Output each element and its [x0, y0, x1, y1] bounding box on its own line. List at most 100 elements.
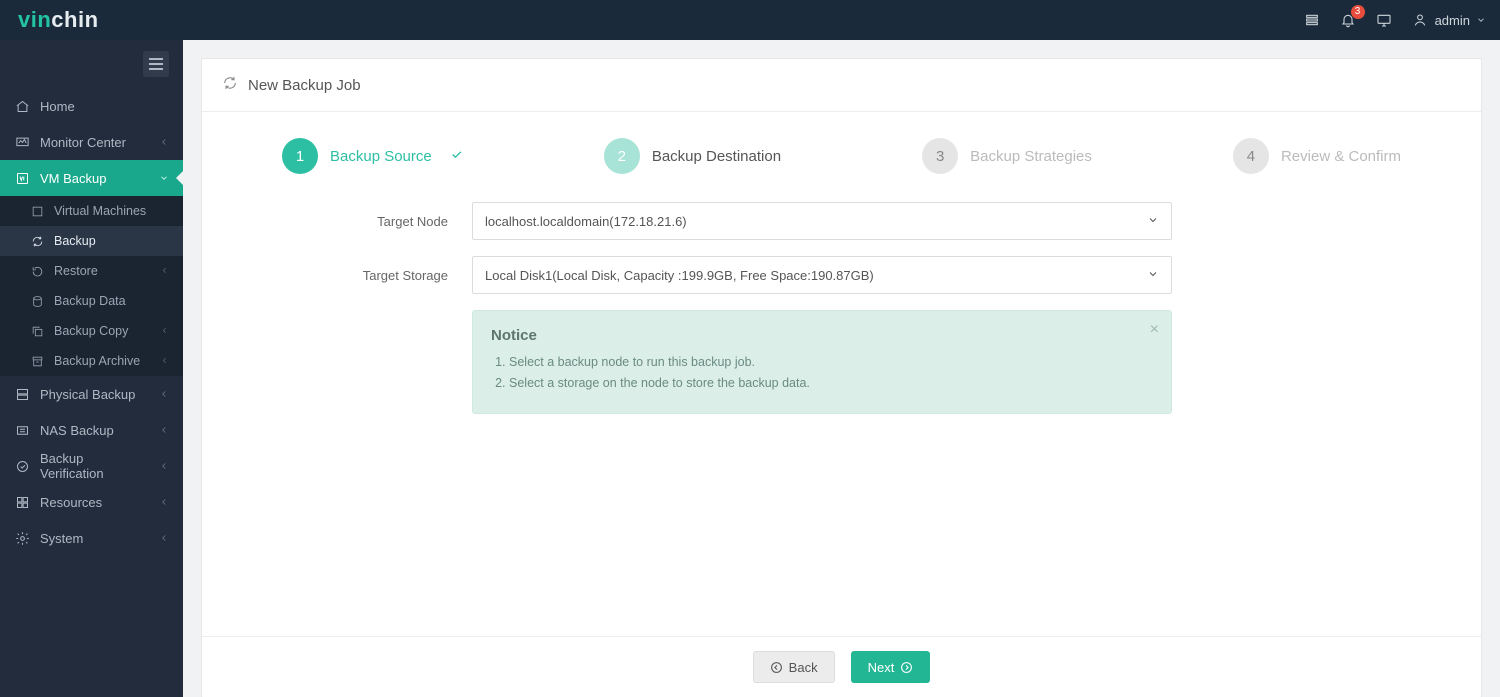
chevron-left-icon: [160, 324, 169, 338]
server-icon: [14, 386, 30, 402]
list-icon[interactable]: [1303, 11, 1321, 29]
topbar-right: 3 admin: [1303, 11, 1486, 29]
form-area: Target Node localhost.localdomain(172.18…: [202, 192, 1481, 636]
notice-item: Select a backup node to run this backup …: [509, 352, 1153, 373]
notice-box: × Notice Select a backup node to run thi…: [472, 310, 1172, 414]
vm-backup-submenu: Virtual Machines Backup Restore Backup D…: [0, 196, 183, 376]
sub-label: Virtual Machines: [54, 204, 146, 218]
notice-item: Select a storage on the node to store th…: [509, 373, 1153, 394]
nav-label: VM Backup: [40, 171, 106, 186]
step-backup-source[interactable]: 1 Backup Source: [282, 138, 463, 174]
nav-label: Backup Verification: [40, 451, 149, 481]
monitor-icon[interactable]: [1375, 11, 1393, 29]
topbar: vin chin 3 admin: [0, 0, 1500, 40]
sub-label: Restore: [54, 264, 98, 278]
nav-home[interactable]: Home: [0, 88, 183, 124]
nav-monitor-center[interactable]: Monitor Center: [0, 124, 183, 160]
sidebar: Home Monitor Center VM Backup Virtual Ma…: [0, 40, 183, 697]
panel-footer: Back Next: [202, 636, 1481, 697]
nas-icon: [14, 422, 30, 438]
sub-restore[interactable]: Restore: [0, 256, 183, 286]
next-label: Next: [868, 660, 895, 675]
sub-label: Backup Archive: [54, 354, 140, 368]
chevron-left-icon: [160, 264, 169, 278]
sub-backup[interactable]: Backup: [0, 226, 183, 256]
grid-icon: [14, 494, 30, 510]
sub-backup-archive[interactable]: Backup Archive: [0, 346, 183, 376]
chevron-left-icon: [159, 495, 169, 510]
brand-logo: vin chin: [18, 0, 99, 40]
nav-physical-backup[interactable]: Physical Backup: [0, 376, 183, 412]
step-backup-destination[interactable]: 2 Backup Destination: [604, 138, 781, 174]
check-icon: [444, 148, 463, 165]
copy-icon: [30, 324, 44, 338]
nav-label: System: [40, 531, 83, 546]
chevron-down-icon: [159, 171, 169, 186]
data-icon: [30, 294, 44, 308]
user-icon: [1411, 11, 1429, 29]
panel-header: New Backup Job: [202, 59, 1481, 112]
sub-label: Backup Copy: [54, 324, 128, 338]
chevron-down-icon: [1147, 268, 1159, 283]
nav-label: Resources: [40, 495, 102, 510]
nav-system[interactable]: System: [0, 520, 183, 556]
target-node-select[interactable]: localhost.localdomain(172.18.21.6): [472, 202, 1172, 240]
nav-vm-backup[interactable]: VM Backup: [0, 160, 183, 196]
refresh-icon: [30, 234, 44, 248]
step-label: Backup Strategies: [970, 148, 1092, 165]
bell-icon[interactable]: 3: [1339, 11, 1357, 29]
brand-part2: chin: [51, 0, 98, 40]
nav-nas-backup[interactable]: NAS Backup: [0, 412, 183, 448]
gear-icon: [14, 530, 30, 546]
step-label: Review & Confirm: [1281, 148, 1401, 165]
step-num: 3: [922, 138, 958, 174]
page-title: New Backup Job: [248, 77, 361, 94]
sub-backup-copy[interactable]: Backup Copy: [0, 316, 183, 346]
nav-label: Monitor Center: [40, 135, 126, 150]
archive-icon: [30, 354, 44, 368]
step-backup-strategies[interactable]: 3 Backup Strategies: [922, 138, 1092, 174]
step-label: Backup Source: [330, 148, 432, 165]
target-storage-select[interactable]: Local Disk1(Local Disk, Capacity :199.9G…: [472, 256, 1172, 294]
wizard-steps: 1 Backup Source 2 Backup Destination 3 B…: [202, 112, 1481, 192]
step-num: 1: [282, 138, 318, 174]
notification-badge: 3: [1351, 5, 1365, 19]
refresh-icon: [222, 75, 238, 95]
vm-list-icon: [30, 204, 44, 218]
sub-backup-data[interactable]: Backup Data: [0, 286, 183, 316]
sub-label: Backup Data: [54, 294, 126, 308]
select-value: Local Disk1(Local Disk, Capacity :199.9G…: [485, 268, 874, 283]
chevron-left-icon: [159, 423, 169, 438]
hamburger-icon[interactable]: [143, 51, 169, 77]
back-button[interactable]: Back: [753, 651, 835, 683]
chevron-left-icon: [159, 531, 169, 546]
chevron-left-icon: [159, 459, 169, 474]
nav-label: Physical Backup: [40, 387, 135, 402]
restore-icon: [30, 264, 44, 278]
step-num: 4: [1233, 138, 1269, 174]
monitor-center-icon: [14, 134, 30, 150]
chevron-left-icon: [159, 387, 169, 402]
next-button[interactable]: Next: [851, 651, 931, 683]
step-review-confirm[interactable]: 4 Review & Confirm: [1233, 138, 1401, 174]
notice-title: Notice: [491, 327, 1153, 344]
user-label: admin: [1435, 13, 1470, 28]
sidebar-collapse: [0, 40, 183, 88]
nav-resources[interactable]: Resources: [0, 484, 183, 520]
step-num: 2: [604, 138, 640, 174]
wizard-panel: New Backup Job 1 Backup Source 2 Backup …: [201, 58, 1482, 697]
select-value: localhost.localdomain(172.18.21.6): [485, 214, 687, 229]
close-icon[interactable]: ×: [1150, 321, 1159, 339]
main-content: New Backup Job 1 Backup Source 2 Backup …: [183, 40, 1500, 697]
sub-label: Backup: [54, 234, 96, 248]
target-node-label: Target Node: [282, 214, 472, 229]
home-icon: [14, 98, 30, 114]
sub-virtual-machines[interactable]: Virtual Machines: [0, 196, 183, 226]
nav-label: NAS Backup: [40, 423, 114, 438]
nav-label: Home: [40, 99, 75, 114]
vm-icon: [14, 170, 30, 186]
chevron-left-icon: [160, 354, 169, 368]
verify-icon: [14, 458, 30, 474]
nav-backup-verification[interactable]: Backup Verification: [0, 448, 183, 484]
user-menu[interactable]: admin: [1411, 11, 1486, 29]
